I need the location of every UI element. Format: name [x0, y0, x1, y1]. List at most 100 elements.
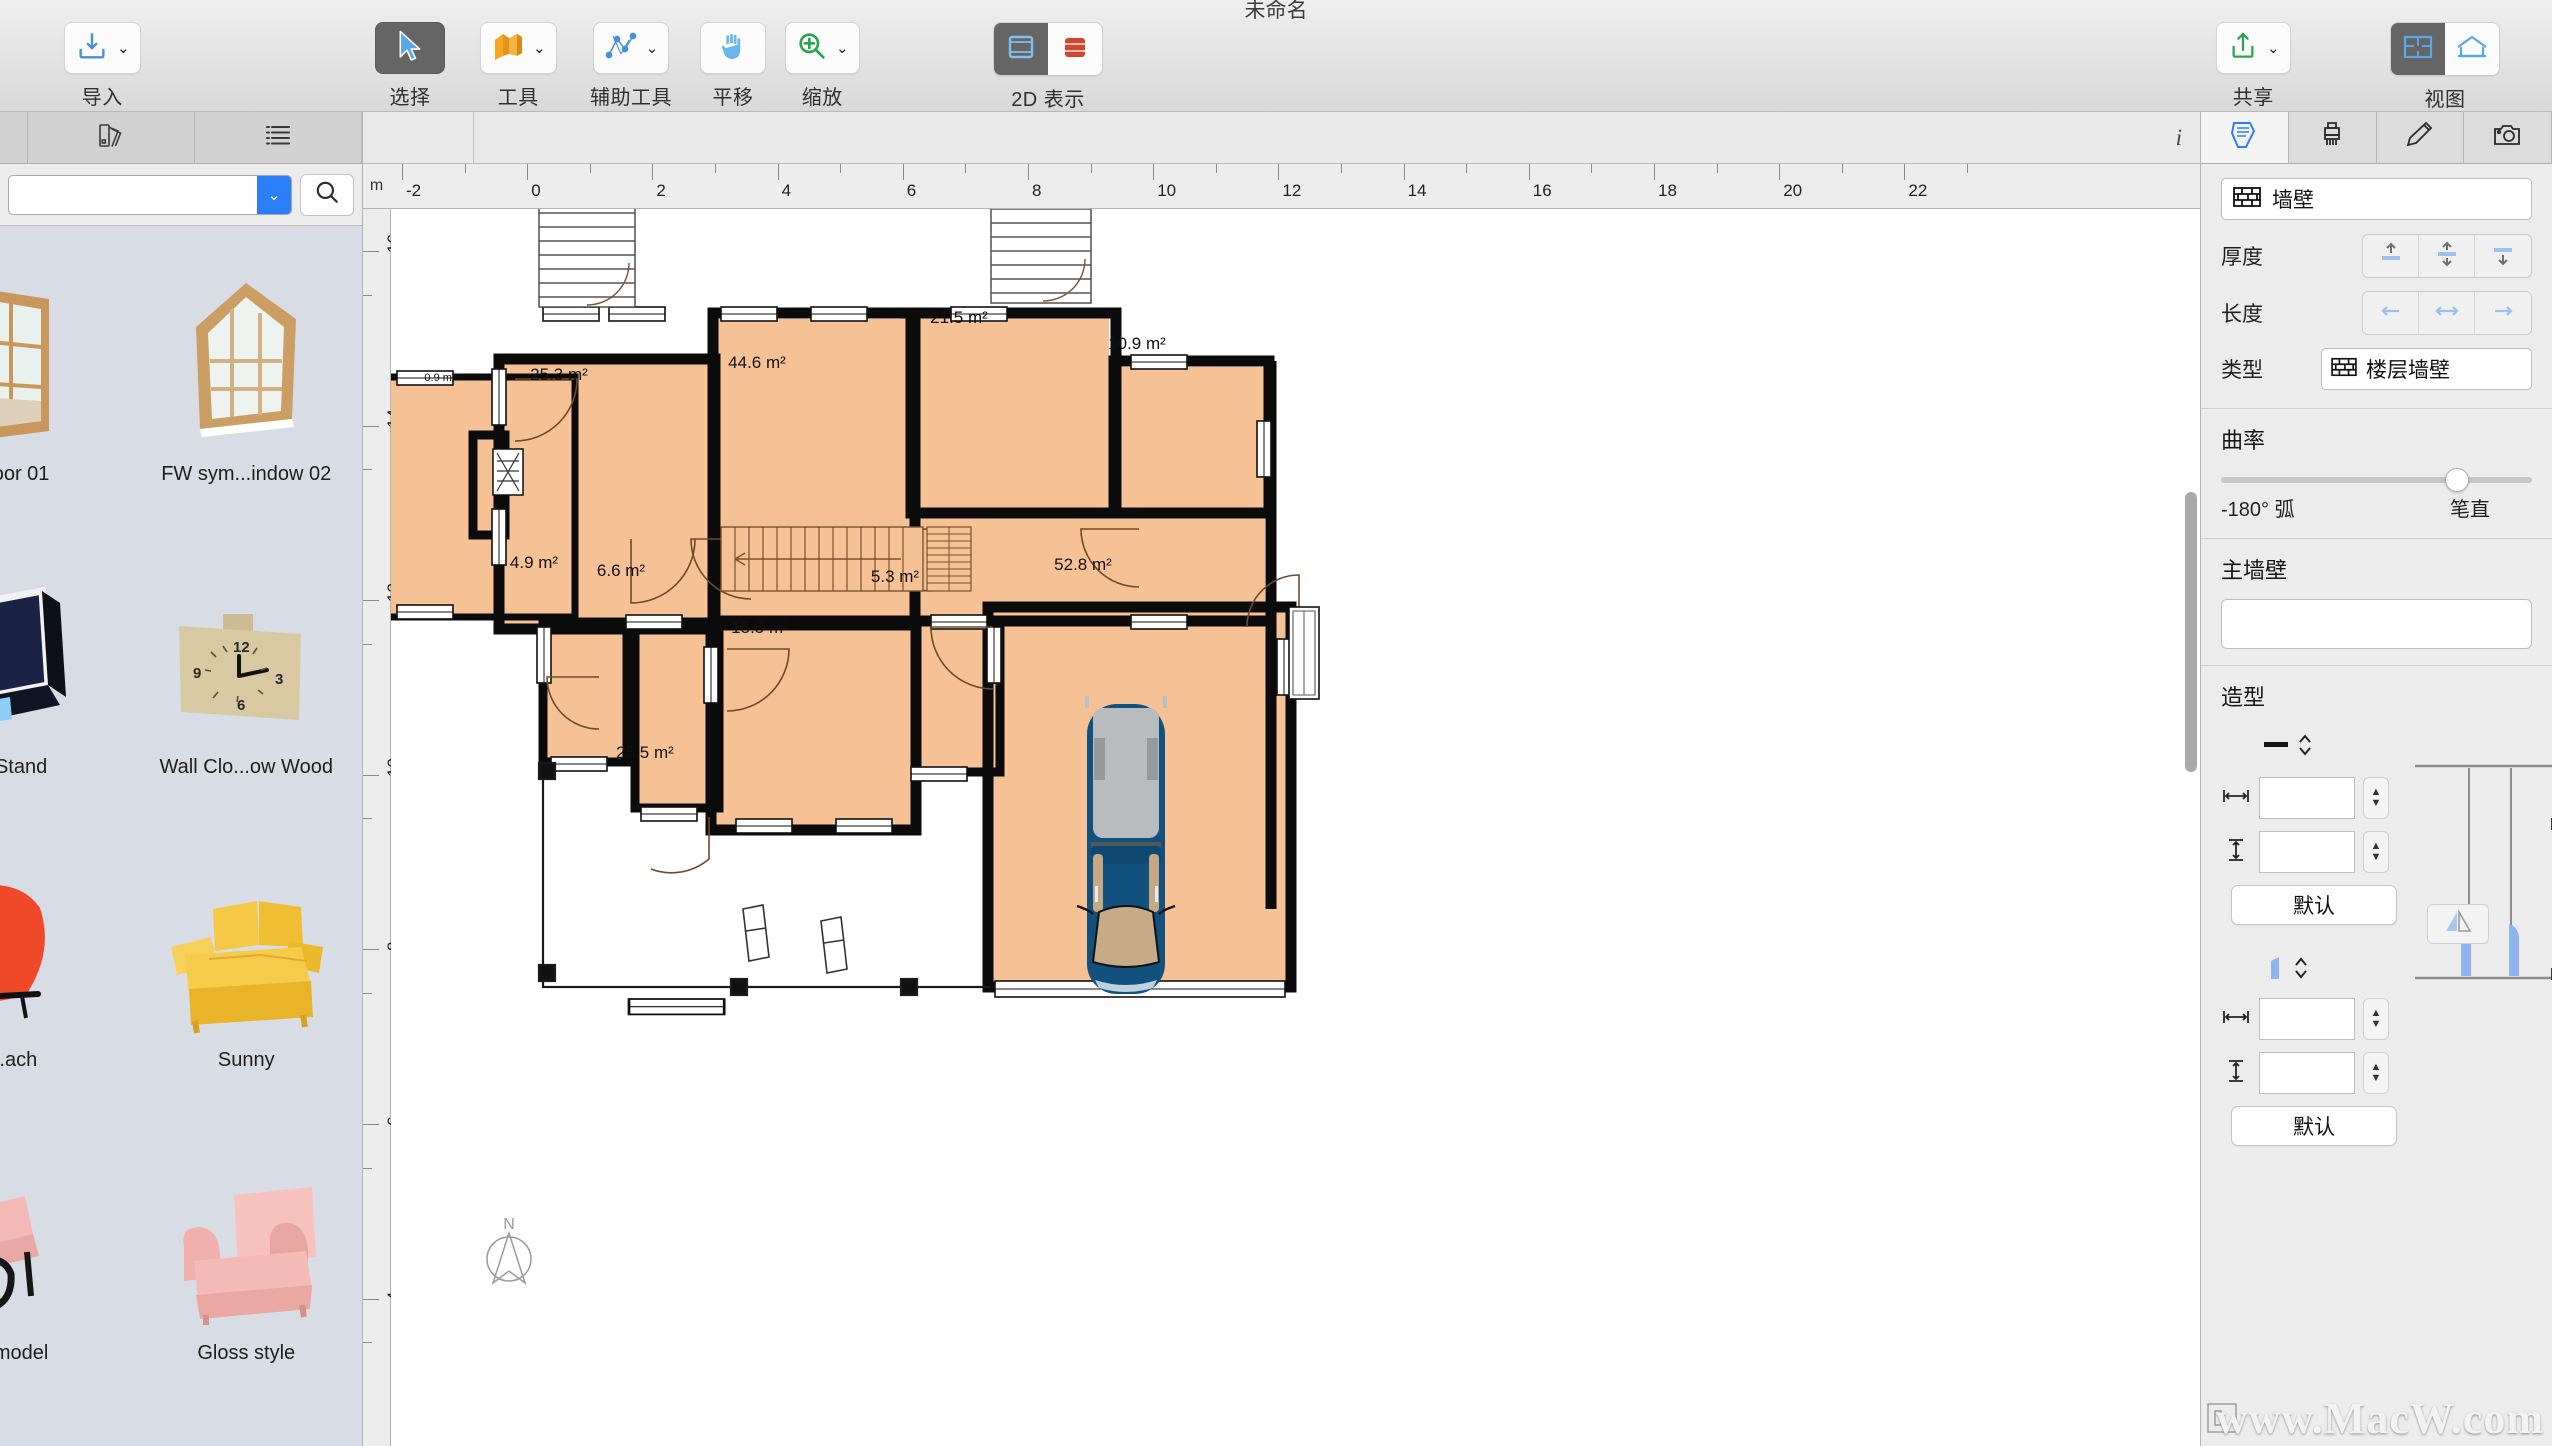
- brick-wall-icon: [2232, 185, 2262, 214]
- wall-clock-icon: 12 3 6 9: [171, 547, 321, 742]
- plan-toolbar: i: [363, 111, 2200, 164]
- catalog-item[interactable]: Sunny: [130, 812, 363, 1105]
- ruler-minor-tick: [363, 643, 372, 645]
- compass-icon: N: [486, 1216, 532, 1286]
- plan-vertical-scrollbar[interactable]: [2185, 492, 2197, 772]
- curvature-slider[interactable]: [2221, 468, 2532, 492]
- toolbar-group-select: 选择: [375, 22, 445, 110]
- curvature-slider-knob[interactable]: [2444, 468, 2469, 492]
- wall-tool-button[interactable]: ⌄: [480, 22, 557, 74]
- room-area-label: 25.5 m²: [616, 743, 674, 762]
- length-buttons[interactable]: [2362, 291, 2532, 335]
- chevron-down-icon[interactable]: ⌄: [257, 175, 291, 214]
- spiral-stair-icon: [492, 448, 524, 496]
- room-area-label: 6.6 m²: [597, 561, 646, 580]
- length-right-button[interactable]: [2475, 292, 2531, 334]
- ruler-tick: [777, 164, 779, 180]
- room-area-label: 21.5 m²: [930, 308, 988, 327]
- profile-stepper-bottom[interactable]: [2293, 955, 2309, 986]
- display-mode-flat-2d[interactable]: [994, 23, 1048, 75]
- catalog-item[interactable]: FW sym...indow 02: [130, 226, 363, 519]
- chevron-down-icon[interactable]: ⌄: [646, 41, 659, 56]
- length-left-button[interactable]: [2363, 292, 2419, 334]
- yellow-sofa-icon: [161, 840, 331, 1035]
- ruler-tick: [363, 1298, 379, 1300]
- chevron-down-icon[interactable]: ⌄: [2267, 41, 2280, 56]
- ruler-label: 0: [531, 181, 541, 200]
- catalog-item-label: Sunny: [217, 1048, 275, 1071]
- search-input[interactable]: [9, 184, 257, 205]
- thickness-both-button[interactable]: [2419, 235, 2475, 277]
- view-mode-elevation[interactable]: [2445, 23, 2499, 75]
- info-icon[interactable]: i: [2176, 125, 2182, 151]
- catalog-item[interactable]: 12 3 6 9 Wall Clo...ow Wood: [130, 519, 363, 812]
- display-mode-segmented[interactable]: [993, 22, 1103, 76]
- shape-bottom-default-button[interactable]: 默认: [2231, 1106, 2397, 1146]
- vertical-ruler: 1614121086420: [363, 209, 403, 1446]
- catalog-tab-materials[interactable]: [28, 112, 195, 163]
- thickness-up-button[interactable]: [2363, 235, 2419, 277]
- shape-bottom-height-input[interactable]: [2259, 1052, 2355, 1094]
- pan-button[interactable]: [700, 22, 766, 74]
- select-tool-button[interactable]: [375, 22, 445, 74]
- zoom-button[interactable]: ⌄: [785, 22, 860, 74]
- shape-label: 造型: [2221, 685, 2266, 710]
- thickness-buttons[interactable]: [2362, 234, 2532, 278]
- search-icon: [314, 179, 340, 210]
- toolbar-group-aux-tools: ⌄ 辅助工具: [590, 22, 672, 110]
- ruler-tick: [652, 164, 654, 180]
- ruler-label: 2: [656, 181, 666, 200]
- shape-bottom-width-input[interactable]: [2259, 998, 2355, 1040]
- view-mode-plan[interactable]: [2391, 23, 2445, 75]
- catalog-item[interactable]: ...model: [0, 1105, 130, 1398]
- ruler-tick: [1278, 164, 1280, 180]
- application-window: 未命名 ⌄ 导入 选择 ⌄ 工具 ⌄ 辅助工具 平移 ⌄ 缩放 2D 表示 ⌄ …: [0, 0, 2552, 1446]
- toolbar-label-share: 共享: [2232, 87, 2274, 109]
- display-mode-solid-3d[interactable]: [1048, 23, 1102, 75]
- plan-view-area: i m -2 0 2 4 6 8 10 12 14 16 18 20 22 1614121086420: [363, 111, 2200, 1446]
- shape-top-width-input[interactable]: [2259, 777, 2355, 819]
- chevron-down-icon[interactable]: ⌄: [533, 41, 546, 56]
- chevron-down-icon[interactable]: ⌄: [117, 41, 130, 56]
- inspector-tab-paint[interactable]: [2288, 112, 2377, 163]
- shape-bottom-height-stepper[interactable]: ▲ ▼: [2363, 1052, 2389, 1094]
- profile-stepper-top[interactable]: [2297, 732, 2313, 763]
- import-button[interactable]: ⌄: [64, 22, 141, 74]
- share-button[interactable]: ⌄: [2216, 22, 2291, 74]
- catalog-tab-list[interactable]: [195, 112, 362, 163]
- resize-corner-icon[interactable]: [2205, 1401, 2239, 1440]
- shape-top-width-stepper[interactable]: ▲ ▼: [2363, 777, 2389, 819]
- catalog-item[interactable]: ...Stand: [0, 519, 130, 812]
- inspector-tab-pencil[interactable]: [2376, 112, 2465, 163]
- type-select[interactable]: 楼层墙壁: [2321, 348, 2532, 390]
- main-wall-field[interactable]: [2221, 599, 2532, 649]
- shape-top-default-button[interactable]: 默认: [2231, 885, 2397, 925]
- shape-top-height-stepper[interactable]: ▲ ▼: [2363, 831, 2389, 873]
- brick-wall-icon: [2330, 356, 2358, 383]
- object-name-field[interactable]: 墙壁: [2221, 178, 2532, 220]
- catalog-item[interactable]: Gloss style: [130, 1105, 363, 1398]
- length-both-button[interactable]: [2419, 292, 2475, 334]
- toolbar-label-tools: 工具: [497, 87, 539, 109]
- search-button[interactable]: [300, 173, 354, 216]
- inspector-panel: 墙壁 厚度 长度 类型 楼层墙壁 曲率 -180° 弧 笔直 主墙壁 造型 ▲ …: [2200, 112, 2552, 1446]
- aux-tool-button[interactable]: ⌄: [592, 22, 670, 74]
- toolbar-group-import: ⌄ 导入: [64, 22, 141, 110]
- mirror-button[interactable]: [2427, 904, 2489, 944]
- inspector-tab-camera[interactable]: [2464, 112, 2552, 163]
- shape-bottom-width-stepper[interactable]: ▲ ▼: [2363, 998, 2389, 1040]
- thickness-down-button[interactable]: [2475, 235, 2531, 277]
- shape-top-height-input[interactable]: [2259, 831, 2355, 873]
- catalog-search-combo[interactable]: ⌄: [8, 174, 292, 215]
- chevron-down-icon[interactable]: ⌄: [836, 41, 849, 56]
- floor-plan-canvas[interactable]: N 16.9 m²0.9 m²25.3 m²44.6 m²21.5 m²10.9…: [391, 209, 2200, 1446]
- ruler-tick: [902, 164, 904, 180]
- catalog-item[interactable]: ...ach: [0, 812, 130, 1105]
- unit-text: m: [369, 177, 384, 194]
- toolbar-group-2d-display: 2D 表示: [993, 22, 1103, 112]
- catalog-grid-container[interactable]: ...oor 01 FW sym...indow 02: [0, 226, 362, 1444]
- inspector-tab-measure[interactable]: [2201, 112, 2289, 163]
- ruler-minor-tick: [363, 818, 372, 820]
- view-mode-segmented[interactable]: [2390, 22, 2500, 76]
- catalog-item[interactable]: ...oor 01: [0, 226, 130, 519]
